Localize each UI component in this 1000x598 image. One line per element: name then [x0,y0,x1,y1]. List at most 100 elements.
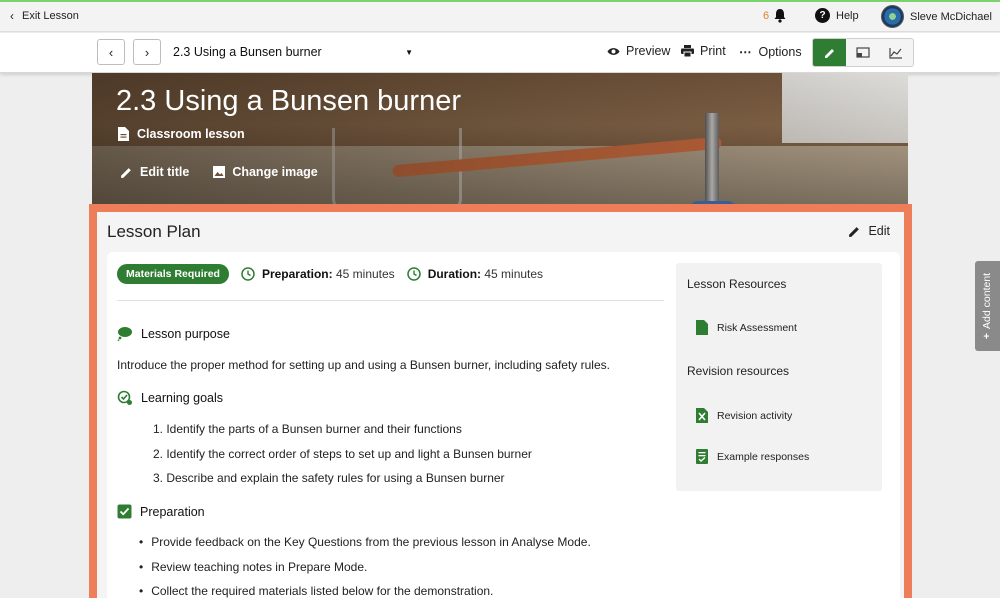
preview-button[interactable]: Preview [607,44,670,58]
chevron-left-icon: ‹ [10,9,14,23]
lesson-purpose-heading: Lesson purpose [117,326,230,341]
chevron-left-icon: ‹ [108,44,114,60]
lesson-purpose-label: Lesson purpose [141,326,230,341]
resources-panel: Lesson Resources Risk Assessment Revisio… [676,263,882,491]
divider [117,300,664,301]
change-image-label: Change image [232,165,318,179]
lesson-toolbar: ‹ › 2.3 Using a Bunsen burner ▼ Preview … [0,33,1000,73]
list-item: Provide feedback on the Key Questions fr… [151,535,591,560]
resource-revision-activity[interactable]: Revision activity [696,408,792,423]
lesson-type: Classroom lesson [118,127,245,141]
print-button[interactable]: Print [681,44,726,58]
resource-label: Risk Assessment [717,321,797,334]
analyse-mode-button[interactable] [880,39,913,66]
preparation-heading: Preparation [117,504,205,519]
edit-mode-button[interactable] [813,39,847,66]
add-content-tab[interactable]: + Add content [975,261,1000,351]
list-item: 2. Identify the correct order of steps t… [153,446,532,461]
help-icon: ? [815,8,830,23]
pencil-icon [824,48,834,58]
printer-icon [681,45,694,57]
lesson-banner: 2.3 Using a Bunsen burner Classroom less… [92,73,908,204]
lesson-plan-panel: Lesson Plan Edit Materials Required Prep… [89,204,912,598]
list-item: Review teaching notes in Prepare Mode. [151,560,591,585]
target-check-icon [117,390,132,405]
list-item: 3. Describe and explain the safety rules… [153,471,505,485]
chevron-right-icon: › [144,44,150,60]
pencil-icon [121,167,131,178]
list-item: Collect the required materials listed be… [151,584,591,598]
lesson-plan-edit-button[interactable]: Edit [848,224,890,238]
edit-title-label: Edit title [140,165,190,179]
revision-resources-heading: Revision resources [687,364,790,378]
clock-icon [241,267,255,281]
materials-required-badge: Materials Required [117,264,229,284]
document-icon [696,320,708,335]
preparation-label: Preparation [140,504,205,519]
edit-title-button[interactable]: Edit title [120,165,189,179]
line-chart-icon [889,47,903,59]
resource-label: Revision activity [717,409,793,422]
lesson-plan-title: Lesson Plan [107,222,201,241]
help-button[interactable]: ? Help [815,8,859,23]
list-item: 1. Identify the parts of a Bunsen burner… [153,422,462,436]
lesson-plan-card: Materials Required Preparation: 45 minut… [107,252,900,598]
present-mode-button[interactable] [846,39,879,66]
thought-bubble-icon [117,327,132,341]
lesson-resources-heading: Lesson Resources [687,277,787,291]
presentation-icon [856,46,870,58]
preparation-time: Preparation: 45 minutes [241,267,395,281]
lesson-select-value: 2.3 Using a Bunsen burner [173,45,322,59]
caret-down-icon: ▼ [405,48,413,57]
user-menu[interactable]: Sleve McDichael [881,5,992,28]
mode-switcher [812,38,914,67]
add-content-label: Add content [981,272,993,329]
preparation-list: Provide feedback on the Key Questions fr… [151,535,591,598]
duration-value: 45 minutes [484,267,544,281]
resource-risk-assessment[interactable]: Risk Assessment [696,320,797,335]
exit-lesson-label: Exit Lesson [22,10,79,22]
options-button[interactable]: ⋯ Options [739,44,802,60]
resource-example-responses[interactable]: Example responses [696,449,809,464]
top-bar: ‹ Exit Lesson 6 ? Help Sleve McDichael [0,0,1000,32]
spreadsheet-icon [696,408,708,423]
document-icon [118,127,129,141]
preparation-time-value: 45 minutes [335,267,395,281]
lesson-purpose-text: Introduce the proper method for setting … [117,358,610,372]
learning-goals-label: Learning goals [141,391,224,405]
bell-icon [774,9,786,23]
checkbox-icon [117,504,132,519]
previous-lesson-button[interactable]: ‹ [97,39,125,65]
learning-goals-list: 1. Identify the parts of a Bunsen burner… [153,422,532,496]
print-label: Print [700,44,726,58]
notifications-button[interactable]: 6 [763,8,787,23]
resource-label: Example responses [717,450,810,463]
lesson-plan-edit-label: Edit [868,224,890,238]
notification-count: 6 [763,9,770,22]
preview-label: Preview [626,44,671,58]
lesson-select[interactable]: 2.3 Using a Bunsen burner ▼ [173,45,413,59]
more-horizontal-icon: ⋯ [739,45,753,59]
image-icon [213,166,226,178]
add-content-label-wrap: + Add content [981,273,993,339]
eye-icon [607,47,620,55]
options-label: Options [758,44,802,59]
user-name: Sleve McDichael [910,10,992,23]
next-lesson-button[interactable]: › [133,39,161,65]
lesson-title: 2.3 Using a Bunsen burner [116,85,461,117]
duration-label: Duration: [427,267,482,281]
banner-actions: Edit title Change image [120,165,318,179]
change-image-button[interactable]: Change image [213,165,318,179]
help-label: Help [836,9,859,22]
plus-icon: + [981,332,993,340]
clock-icon [406,267,421,281]
avatar [881,5,904,28]
checklist-icon [696,449,708,464]
preparation-time-label: Preparation: [261,267,333,281]
lesson-type-label: Classroom lesson [137,127,245,141]
learning-goals-heading: Learning goals [117,390,223,406]
pencil-icon [849,226,860,237]
exit-lesson-button[interactable]: ‹ Exit Lesson [10,9,79,23]
duration-time: Duration: 45 minutes [406,267,544,281]
lesson-meta: Materials Required Preparation: 45 minut… [117,264,543,284]
